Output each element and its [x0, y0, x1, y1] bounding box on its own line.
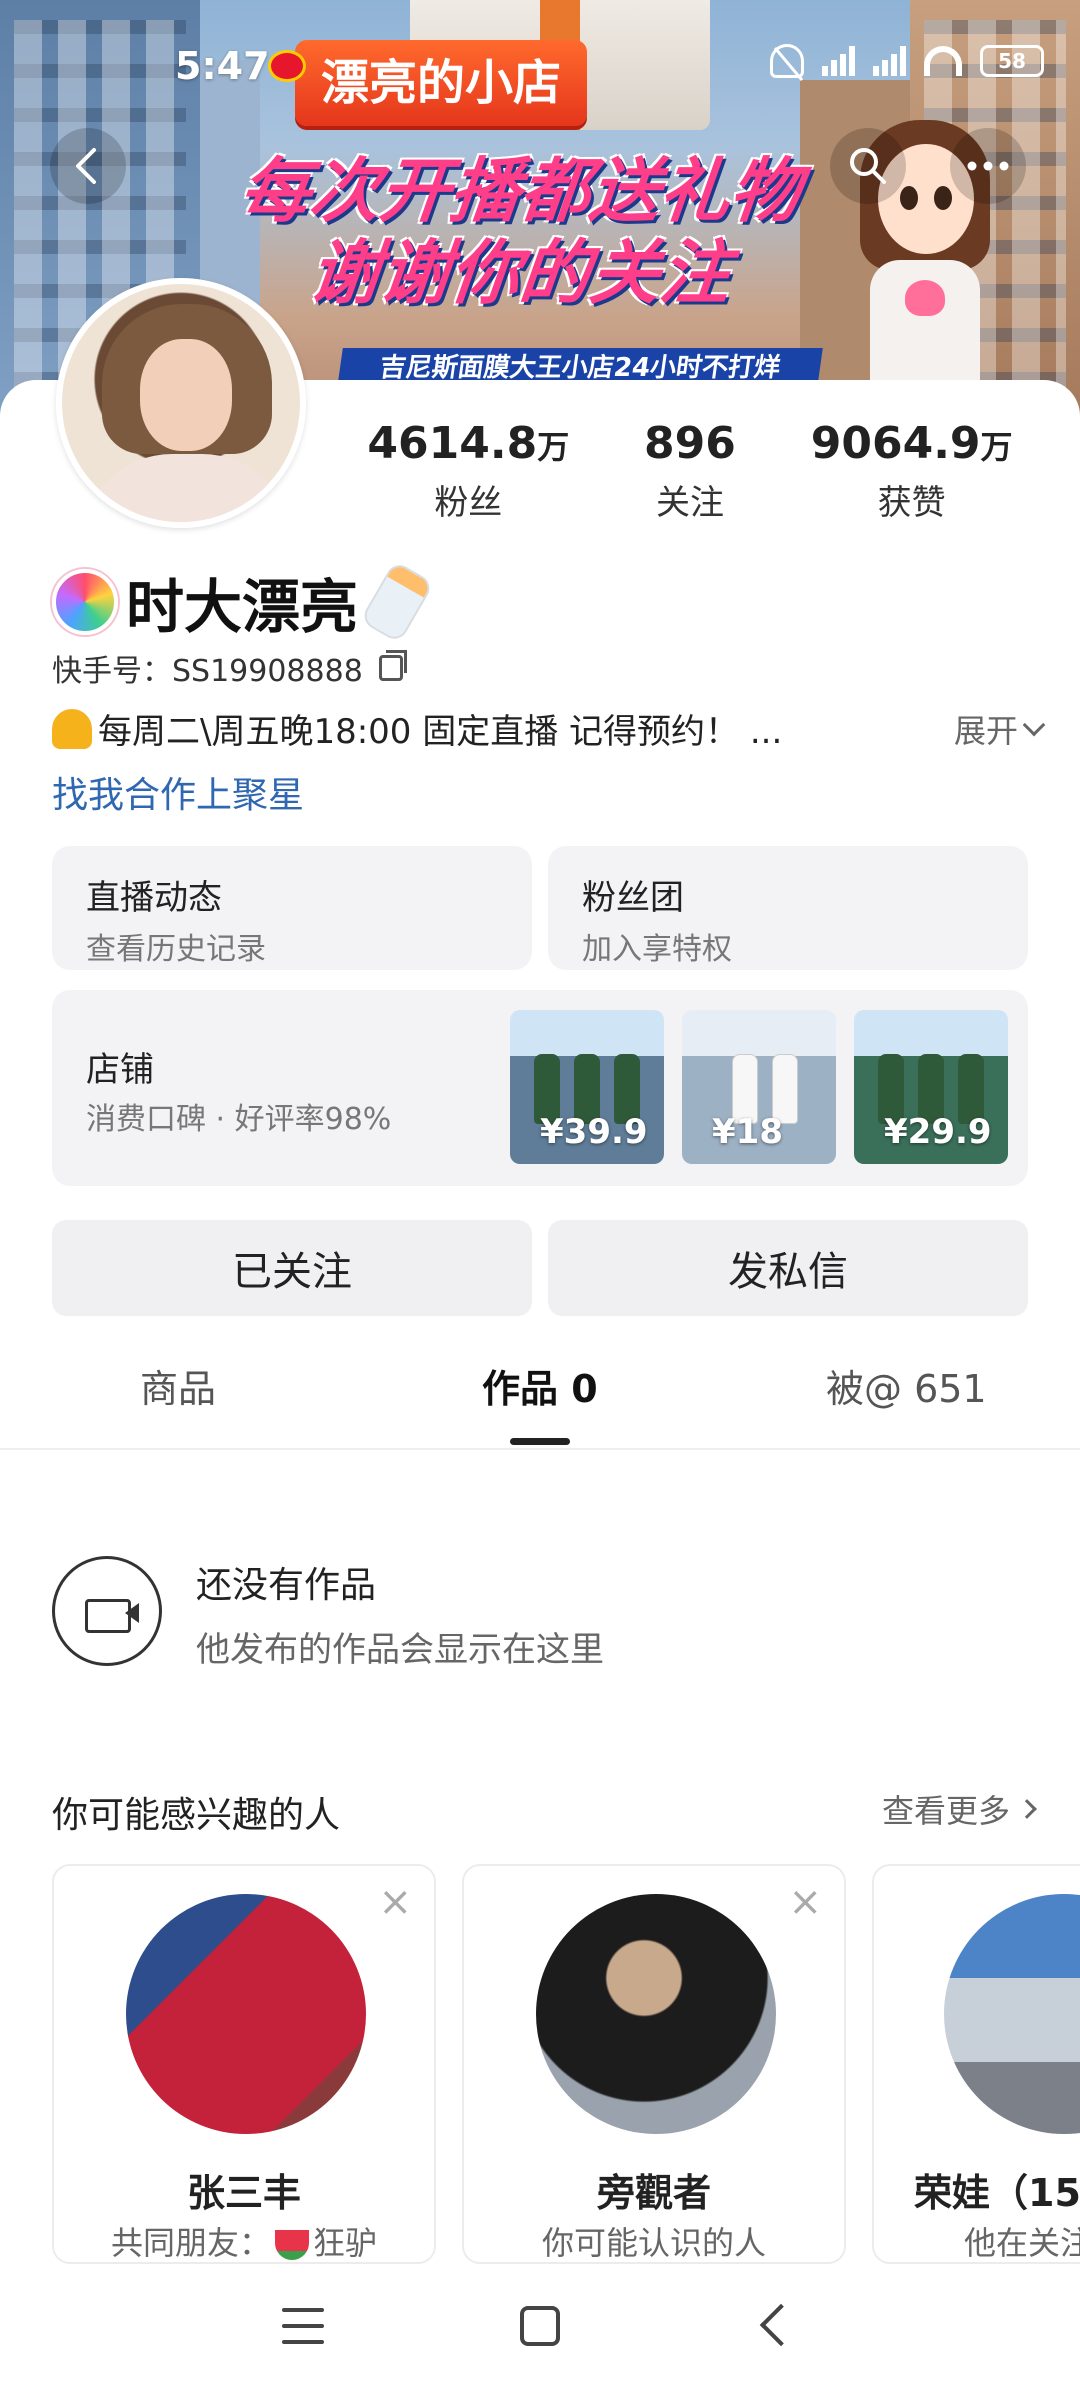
close-icon[interactable]: ×: [788, 1882, 822, 1922]
tab-active-indicator: [510, 1438, 570, 1445]
profile-name-row: 时大漂亮: [52, 560, 435, 644]
menu-icon[interactable]: [282, 2308, 324, 2344]
see-more-link[interactable]: 查看更多: [881, 1786, 1037, 1832]
close-icon[interactable]: ×: [378, 1882, 412, 1922]
product-thumbnail[interactable]: ¥39.9: [510, 1010, 664, 1164]
avatar[interactable]: [126, 1894, 366, 2134]
more-button[interactable]: [950, 128, 1026, 204]
product-thumbnail[interactable]: ¥29.9: [854, 1010, 1008, 1164]
live-history-tile[interactable]: 直播动态 查看历史记录: [52, 846, 532, 970]
bio-expand-label: 展开: [953, 711, 1018, 750]
stat-fans-unit: 万: [537, 428, 570, 466]
recommended-user-name: 张三丰: [186, 2171, 301, 2215]
see-more-label: 查看更多: [881, 1792, 1010, 1830]
tab-goods[interactable]: 商品: [140, 1358, 216, 1413]
bio-expand-button[interactable]: 展开: [953, 706, 1046, 752]
profile-name: 时大漂亮: [126, 573, 359, 641]
watermelon-icon: [275, 2230, 309, 2260]
empty-state-subtitle: 他发布的作品会显示在这里: [196, 1630, 604, 1670]
fan-club-tile[interactable]: 粉丝团 加入享特权: [548, 846, 1028, 970]
stat-fans-label: 粉丝: [434, 483, 503, 523]
recommended-user-reason: 你可能认识的人: [541, 2224, 766, 2262]
recommended-user-reason: 共同朋友： 狂驴: [54, 2218, 434, 2262]
recommended-user-card[interactable]: × 张三丰 共同朋友： 狂驴: [52, 1864, 436, 2264]
shop-subtitle: 消费口碑 · 好评率98%: [86, 1102, 392, 1137]
search-icon: [850, 148, 886, 184]
recommendations-title: 你可能感兴趣的人: [52, 1795, 341, 1836]
battery-icon: 58: [980, 45, 1044, 77]
profile-stats: 4614.8万 粉丝 896 关注 9064.9万 获赞: [330, 418, 1050, 524]
content-tabs: 商品 作品 0 被@ 651: [0, 1358, 1080, 1450]
fan-club-title: 粉丝团: [582, 878, 684, 918]
recommended-user-card[interactable]: 荣娃（151 他在关注: [872, 1864, 1080, 2264]
back-icon: [76, 148, 96, 184]
status-bar: 5:47 58: [0, 0, 1080, 140]
fan-club-subtitle: 加入享特权: [582, 932, 732, 967]
stat-fans[interactable]: 4614.8万 粉丝: [367, 418, 569, 524]
cooperation-link[interactable]: 找我合作上聚星: [52, 766, 304, 818]
recommended-user-card[interactable]: × 旁觀者 你可能认识的人: [462, 1864, 846, 2264]
stat-following-value: 896: [644, 418, 736, 469]
avatar[interactable]: [536, 1894, 776, 2134]
stat-following[interactable]: 896 关注: [644, 418, 736, 524]
chevron-down-icon: [1022, 713, 1046, 736]
bell-icon: [52, 708, 92, 749]
home-icon[interactable]: [520, 2306, 560, 2346]
weibo-icon: [268, 50, 306, 82]
send-message-button[interactable]: 发私信: [548, 1220, 1028, 1316]
shop-title: 店铺: [86, 1050, 154, 1090]
lollipop-icon: [52, 569, 118, 635]
banner-slogan-line1: 每次开播都送礼物: [235, 150, 805, 232]
profile-avatar[interactable]: [56, 278, 306, 528]
stat-likes-value: 9064.9: [810, 418, 981, 469]
kuaishou-id: 快手号：SS19908888: [52, 646, 407, 690]
reason-prefix: 共同朋友：: [110, 2224, 271, 2262]
shop-tile[interactable]: 店铺 消费口碑 · 好评率98% ¥39.9 ¥18 ¥29.9: [52, 990, 1028, 1186]
wifi-icon: [924, 46, 962, 76]
recommended-user-name: 荣娃（151: [914, 2171, 1080, 2215]
signal-icon-2: [873, 46, 906, 76]
signal-icon: [822, 46, 855, 76]
followed-button[interactable]: 已关注: [52, 1220, 532, 1316]
back-button[interactable]: [50, 128, 126, 204]
back-nav-icon[interactable]: [759, 2303, 803, 2347]
stat-following-label: 关注: [655, 483, 724, 523]
bio-text: 每周二\周五晚18:00 固定直播 记得预约！ ...: [98, 712, 783, 752]
stat-likes[interactable]: 9064.9万 获赞: [811, 418, 1013, 524]
kuaishou-id-text: 快手号：SS19908888: [52, 654, 363, 689]
product-price: ¥29.9: [884, 1112, 992, 1152]
product-price: ¥18: [712, 1112, 783, 1152]
live-history-subtitle: 查看历史记录: [86, 932, 266, 967]
tab-mentions[interactable]: 被@ 651: [826, 1358, 987, 1413]
mutual-friend-name: 狂驴: [313, 2224, 378, 2262]
search-button[interactable]: [830, 128, 906, 204]
stat-fans-value: 4614.8: [367, 418, 538, 469]
chevron-right-icon: [1017, 1799, 1037, 1819]
avatar[interactable]: [944, 1894, 1080, 2134]
live-history-title: 直播动态: [86, 878, 222, 918]
tab-works[interactable]: 作品 0: [482, 1358, 598, 1413]
product-price: ¥39.9: [540, 1112, 648, 1152]
video-camera-icon: [52, 1556, 162, 1666]
empty-state-title: 还没有作品: [196, 1565, 377, 1606]
profile-bio: 每周二\周五晚18:00 固定直播 记得预约！ ... 展开: [52, 704, 1046, 753]
recommended-user-reason: 他在关注: [964, 2224, 1080, 2262]
product-thumbnail[interactable]: ¥18: [682, 1010, 836, 1164]
stat-likes-label: 获赞: [877, 483, 946, 523]
shop-products: ¥39.9 ¥18 ¥29.9: [510, 1010, 1008, 1164]
system-navigation-bar: [0, 2264, 1080, 2400]
banner-slogan: 每次开播都送礼物 谢谢你的关注: [180, 150, 860, 314]
copy-icon[interactable]: [378, 650, 407, 681]
banner-slogan-line2: 谢谢你的关注: [305, 232, 735, 314]
mute-icon: [770, 44, 804, 78]
status-time: 5:47: [175, 44, 270, 88]
more-icon: [967, 161, 1009, 171]
stat-likes-unit: 万: [980, 428, 1013, 466]
recommended-user-name: 旁觀者: [596, 2171, 711, 2215]
